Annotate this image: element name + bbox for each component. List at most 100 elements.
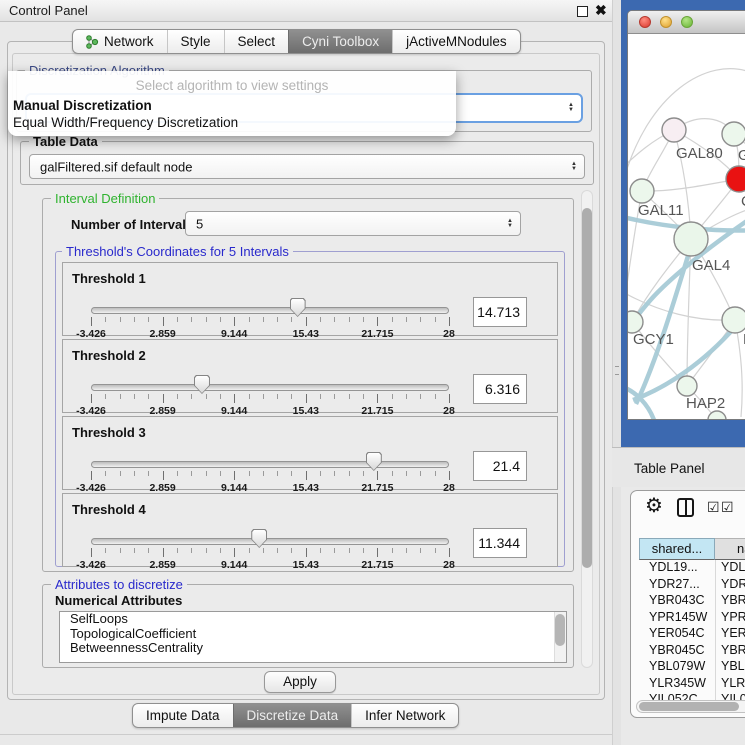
slider-track[interactable] — [91, 307, 449, 314]
close-traffic-light-icon[interactable] — [639, 16, 651, 28]
slider-tick — [377, 394, 378, 403]
combo-arrows-icon[interactable]: ▲▼ — [571, 162, 577, 172]
apply-button[interactable]: Apply — [264, 671, 336, 693]
splitter-handle[interactable] — [615, 366, 619, 375]
table-cell-shared-name[interactable]: YLR345W — [649, 676, 706, 690]
table-row[interactable]: YDR27... YDR2 — [639, 577, 745, 594]
column-header-name[interactable]: na — [715, 538, 745, 560]
attributes-group: Attributes to discretize Numerical Attri… — [42, 584, 574, 668]
table-row[interactable]: YDL19... YDL1 — [639, 560, 745, 577]
network-node[interactable] — [674, 222, 708, 256]
threshold-slider[interactable]: -3.4262.8599.14415.4321.71528 — [91, 301, 449, 335]
slider-track[interactable] — [91, 461, 449, 468]
close-icon[interactable]: ✖ — [595, 2, 607, 19]
list-scrollbar-thumb[interactable] — [555, 614, 565, 646]
table-cell-name[interactable]: YBL0 — [721, 659, 745, 673]
dropdown-item-manual-discretization[interactable]: Manual Discretization — [13, 98, 152, 113]
dropdown-item-equal-width-frequency[interactable]: Equal Width/Frequency Discretization — [13, 115, 238, 130]
panel-splitter[interactable] — [612, 0, 621, 745]
tab-select[interactable]: Select — [224, 30, 289, 53]
checkbox-icon[interactable]: ☑ — [721, 499, 734, 516]
slider-thumb[interactable] — [194, 375, 210, 394]
checkbox-icon[interactable]: ☑ — [707, 499, 720, 516]
column-header-shared-name[interactable]: shared... — [639, 538, 715, 560]
threshold-value-field[interactable]: 21.4 — [473, 451, 527, 481]
table-cell-shared-name[interactable]: YIL052C — [649, 692, 698, 700]
attribute-item[interactable]: BetweennessCentrality — [60, 641, 566, 656]
tab-cyni-toolbox[interactable]: Cyni Toolbox — [288, 30, 392, 53]
network-node[interactable] — [628, 311, 643, 333]
network-node[interactable] — [722, 122, 745, 146]
network-node-label: GAL80 — [676, 145, 723, 162]
slider-tick — [306, 471, 307, 480]
split-columns-icon[interactable] — [677, 498, 694, 517]
table-cell-name[interactable]: YLR3 — [721, 676, 745, 690]
horizontal-scrollbar-track[interactable] — [636, 700, 745, 713]
table-cell-shared-name[interactable]: YBL079W — [649, 659, 705, 673]
slider-thumb[interactable] — [251, 529, 267, 548]
table-cell-name[interactable]: YBR0 — [721, 593, 745, 607]
numerical-attributes-list[interactable]: SelfLoopsTopologicalCoefficientBetweenne… — [59, 611, 567, 663]
table-cell-shared-name[interactable]: YPR145W — [649, 610, 707, 624]
tab-jactivemnodules[interactable]: jActiveMNodules — [392, 30, 520, 53]
slider-tick — [334, 317, 335, 322]
table-row[interactable]: YER054C YER0 — [639, 626, 745, 643]
table-cell-shared-name[interactable]: YDL19... — [649, 560, 698, 574]
combo-arrows-icon[interactable]: ▲▼ — [568, 103, 574, 113]
network-node[interactable] — [726, 166, 745, 192]
combo-arrows-icon[interactable]: ▲▼ — [507, 219, 513, 229]
network-node[interactable] — [662, 118, 686, 142]
number-of-intervals-combobox[interactable]: 5 ▲▼ — [185, 211, 521, 236]
table-row[interactable]: YBR043C YBR0 — [639, 593, 745, 610]
network-node[interactable] — [677, 376, 697, 396]
table-cell-name[interactable]: YER0 — [721, 626, 745, 640]
slider-tick — [406, 471, 407, 476]
slider-track[interactable] — [91, 384, 449, 391]
tab-style[interactable]: Style — [167, 30, 224, 53]
table-cell-name[interactable]: YPR1 — [721, 610, 745, 624]
table-row[interactable]: YIL052C YIL0 — [639, 692, 745, 700]
slider-tick — [234, 394, 235, 403]
table-cell-name[interactable]: YBR0 — [721, 643, 745, 657]
horizontal-scrollbar-thumb[interactable] — [639, 702, 739, 711]
table-data-combobox[interactable]: galFiltered.sif default node ▲▼ — [29, 154, 585, 179]
gear-icon[interactable]: ⚙ — [645, 493, 663, 518]
zoom-traffic-light-icon[interactable] — [681, 16, 693, 28]
table-cell-name[interactable]: YIL0 — [721, 692, 745, 700]
slider-thumb[interactable] — [366, 452, 382, 471]
slider-tick — [263, 394, 264, 399]
table-row[interactable]: YBL079W YBL0 — [639, 659, 745, 676]
table-cell-shared-name[interactable]: YDR27... — [649, 577, 700, 591]
threshold-value-field[interactable]: 6.316 — [473, 374, 527, 404]
network-node[interactable] — [722, 307, 745, 333]
vertical-scrollbar-thumb[interactable] — [582, 208, 592, 568]
network-node[interactable] — [630, 179, 654, 203]
threshold-slider[interactable]: -3.4262.8599.14415.4321.71528 — [91, 532, 449, 566]
table-row[interactable]: YLR345W YLR3 — [639, 676, 745, 693]
tab-infer-network[interactable]: Infer Network — [351, 704, 458, 727]
minimize-traffic-light-icon[interactable] — [660, 16, 672, 28]
table-row[interactable]: YBR045C YBR0 — [639, 643, 745, 660]
threshold-value-field[interactable]: 11.344 — [473, 528, 527, 558]
table-rows: YDL19... YDL1 YDR27... YDR2 YBR043C YBR0 YPR14… — [639, 560, 745, 700]
float-window-icon[interactable] — [577, 6, 588, 17]
table-row[interactable]: YPR145W YPR1 — [639, 610, 745, 627]
slider-tick — [392, 317, 393, 322]
table-cell-name[interactable]: YDR2 — [721, 577, 745, 591]
threshold-value-field[interactable]: 14.713 — [473, 297, 527, 327]
threshold-slider[interactable]: -3.4262.8599.14415.4321.71528 — [91, 455, 449, 489]
attribute-item[interactable]: SelfLoops — [60, 612, 566, 627]
slider-thumb[interactable] — [290, 298, 306, 317]
table-cell-shared-name[interactable]: YBR043C — [649, 593, 705, 607]
tab-impute-data[interactable]: Impute Data — [133, 704, 233, 727]
threshold-slider[interactable]: -3.4262.8599.14415.4321.71528 — [91, 378, 449, 412]
tab-discretize-data[interactable]: Discretize Data — [233, 704, 352, 727]
network-window-titlebar[interactable] — [628, 11, 745, 34]
tab-network[interactable]: Network — [73, 30, 167, 53]
slider-track[interactable] — [91, 538, 449, 545]
network-view-canvas[interactable]: GAL80GACGAL11GAL4GCY1HHAP2 — [628, 34, 745, 420]
attribute-item[interactable]: TopologicalCoefficient — [60, 627, 566, 642]
table-cell-shared-name[interactable]: YBR045C — [649, 643, 705, 657]
table-cell-name[interactable]: YDL1 — [721, 560, 745, 574]
table-cell-shared-name[interactable]: YER054C — [649, 626, 705, 640]
